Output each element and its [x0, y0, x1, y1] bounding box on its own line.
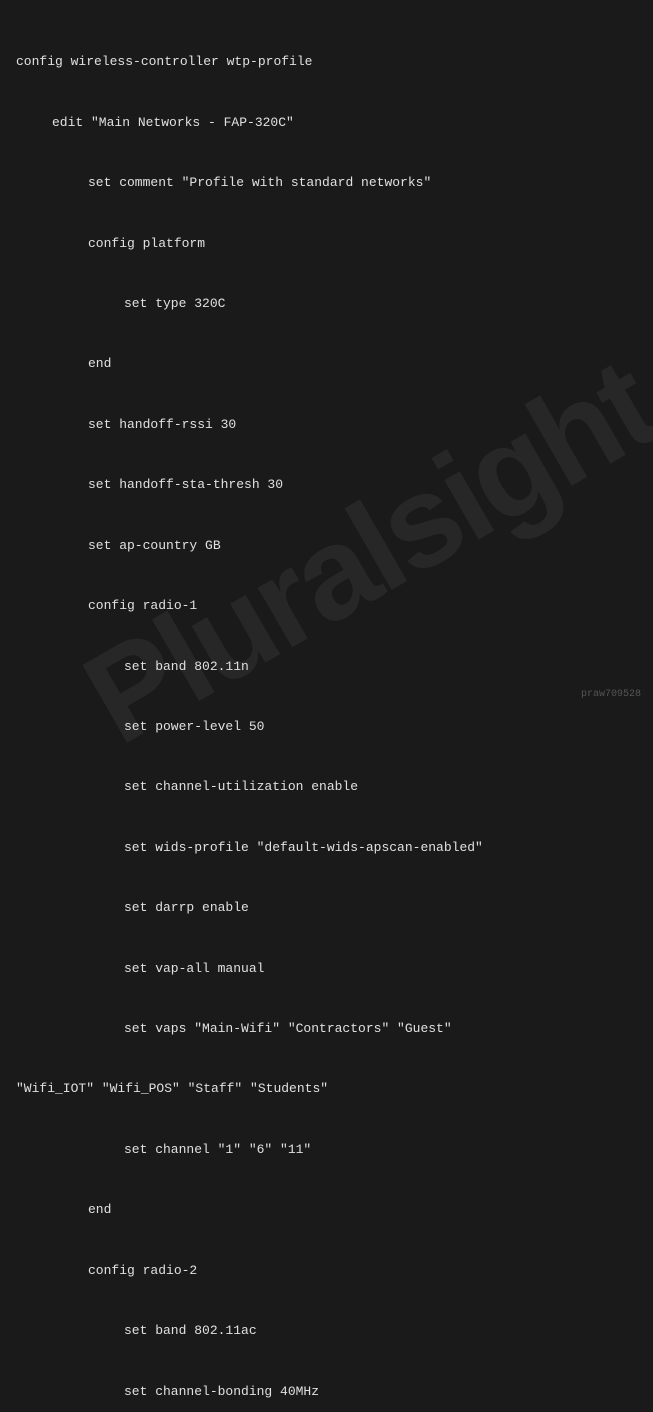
code-line-11: set power-level 50: [16, 717, 637, 737]
code-container: config wireless-controller wtp-profile e…: [0, 0, 653, 1412]
code-line-4: set type 320C: [16, 294, 637, 314]
footer-id: praw709528: [581, 689, 641, 700]
code-line-12: set channel-utilization enable: [16, 777, 637, 797]
code-line-16: set vaps "Main-Wifi" "Contractors" "Gues…: [16, 1019, 637, 1039]
code-line-7: set handoff-sta-thresh 30: [16, 475, 637, 495]
code-line-22: set channel-bonding 40MHz: [16, 1382, 637, 1402]
code-line-9: config radio-1: [16, 596, 637, 616]
code-line-2: set comment "Profile with standard netwo…: [16, 173, 637, 193]
code-line-18: set channel "1" "6" "11": [16, 1140, 637, 1160]
code-line-3: config platform: [16, 234, 637, 254]
code-line-1: edit "Main Networks - FAP-320C": [16, 113, 637, 133]
code-line-10: set band 802.11n: [16, 657, 637, 677]
code-line-17: "Wifi_IOT" "Wifi_POS" "Staff" "Students": [16, 1079, 637, 1099]
code-line-21: set band 802.11ac: [16, 1321, 637, 1341]
code-line-14: set darrp enable: [16, 898, 637, 918]
code-line-15: set vap-all manual: [16, 959, 637, 979]
code-line-19: end: [16, 1200, 637, 1220]
code-line-20: config radio-2: [16, 1261, 637, 1281]
code-line-0: config wireless-controller wtp-profile: [16, 52, 637, 72]
code-line-8: set ap-country GB: [16, 536, 637, 556]
code-line-6: set handoff-rssi 30: [16, 415, 637, 435]
code-line-5: end: [16, 354, 637, 374]
code-line-13: set wids-profile "default-wids-apscan-en…: [16, 838, 637, 858]
